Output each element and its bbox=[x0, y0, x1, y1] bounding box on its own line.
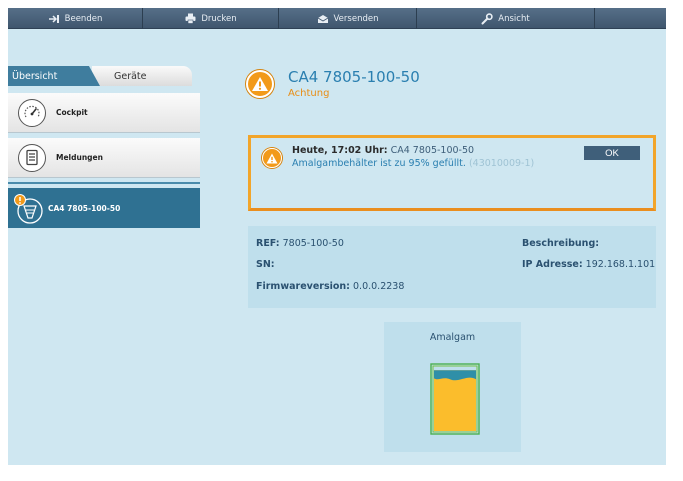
info-ref: REF: 7805-100-50 bbox=[256, 238, 344, 249]
sidebar-item-label: Cockpit bbox=[56, 108, 88, 117]
device-title: CA4 7805-100-50 bbox=[288, 68, 420, 86]
ok-button[interactable]: OK bbox=[584, 146, 640, 160]
toolbar-empty-slot bbox=[595, 8, 666, 29]
firmware-value: 0.0.0.2238 bbox=[353, 281, 405, 292]
tab-devices[interactable]: Geräte bbox=[92, 66, 192, 86]
alert-headline: Heute, 17:02 Uhr: CA4 7805-100-50 bbox=[292, 145, 474, 156]
send-button[interactable]: Versenden bbox=[279, 8, 417, 29]
sn-label: SN: bbox=[256, 259, 275, 270]
app-window: Beenden Drucken Versenden Ansicht Übersi… bbox=[8, 8, 666, 465]
amalgam-label: Amalgam bbox=[429, 332, 476, 343]
exit-icon bbox=[48, 13, 60, 25]
amalgam-panel: Amalgam bbox=[384, 322, 521, 452]
exit-label: Beenden bbox=[64, 13, 103, 24]
toolbar: Beenden Drucken Versenden Ansicht bbox=[8, 8, 666, 29]
sidebar-item-cockpit[interactable]: Cockpit bbox=[8, 93, 200, 133]
sidebar-item-messages[interactable]: Meldungen bbox=[8, 138, 200, 178]
gauge-icon bbox=[18, 98, 46, 127]
amalgam-fill-gauge bbox=[430, 363, 480, 435]
print-label: Drucken bbox=[201, 13, 237, 24]
print-button[interactable]: Drucken bbox=[143, 8, 279, 29]
sidebar-item-label: Meldungen bbox=[56, 153, 103, 162]
sidebar-item-label: CA4 7805-100-50 bbox=[48, 203, 121, 213]
printer-icon bbox=[184, 13, 196, 25]
warning-icon bbox=[262, 148, 282, 168]
alert-time: Heute, 17:02 Uhr: bbox=[292, 145, 388, 156]
ip-label: IP Adresse: bbox=[522, 259, 583, 270]
sidebar-divider bbox=[8, 182, 200, 184]
device-icon bbox=[14, 194, 43, 224]
alert-message-line: Amalgambehälter ist zu 95% gefüllt. (430… bbox=[292, 158, 534, 169]
alert-code: (43010009-1) bbox=[468, 158, 535, 169]
exit-button[interactable]: Beenden bbox=[8, 8, 143, 29]
info-ip: IP Adresse: 192.168.1.101 bbox=[522, 259, 655, 270]
sidebar-tabs: Übersicht Geräte bbox=[8, 66, 200, 86]
warning-icon bbox=[246, 70, 274, 98]
alert-device: CA4 7805-100-50 bbox=[390, 145, 475, 156]
device-info-panel: REF: 7805-100-50 SN: Firmwareversion: 0.… bbox=[248, 226, 656, 308]
tab-overview[interactable]: Übersicht bbox=[8, 66, 100, 86]
ip-value: 192.168.1.101 bbox=[585, 259, 656, 270]
view-button[interactable]: Ansicht bbox=[417, 8, 595, 29]
sidebar-item-device[interactable]: CA4 7805-100-50 bbox=[8, 188, 200, 228]
description-label: Beschreibung: bbox=[522, 238, 600, 249]
view-label: Ansicht bbox=[498, 13, 530, 24]
alert-box: Heute, 17:02 Uhr: CA4 7805-100-50 Amalga… bbox=[248, 135, 656, 211]
wrench-icon bbox=[481, 12, 493, 25]
document-icon bbox=[18, 143, 46, 172]
envelope-icon bbox=[317, 13, 329, 25]
info-description: Beschreibung: bbox=[522, 238, 599, 249]
info-firmware: Firmwareversion: 0.0.0.2238 bbox=[256, 281, 404, 292]
firmware-label: Firmwareversion: bbox=[256, 281, 350, 292]
alert-message: Amalgambehälter ist zu 95% gefüllt. bbox=[292, 158, 466, 169]
send-label: Versenden bbox=[333, 13, 379, 24]
ref-label: REF: bbox=[256, 238, 280, 249]
ref-value: 7805-100-50 bbox=[282, 238, 344, 249]
info-sn: SN: bbox=[256, 259, 275, 270]
device-status: Achtung bbox=[288, 88, 330, 99]
